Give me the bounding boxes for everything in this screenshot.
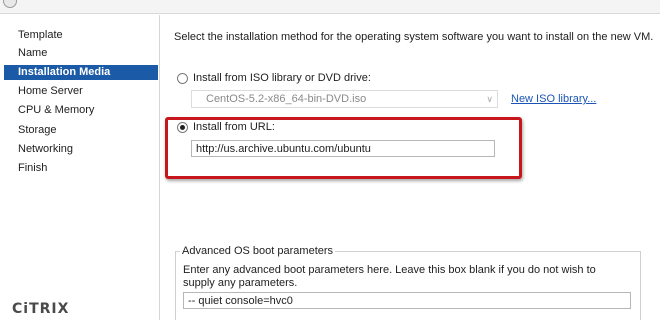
nav-item-name[interactable]: Name [4,46,158,61]
iso-select[interactable]: CentOS-5.2-x86_64-bin-DVD.iso ∨ [191,90,498,108]
wizard-sidebar: Template Name Installation Media Home Se… [0,15,160,320]
boot-params-description: Enter any advanced boot parameters here.… [183,264,596,289]
boot-params-input[interactable] [183,292,631,309]
nav-item-storage[interactable]: Storage [4,123,158,138]
iso-radio-label[interactable]: Install from ISO library or DVD drive: [193,72,371,84]
intro-text: Select the installation method for the o… [174,31,654,43]
title-bar [0,0,660,14]
new-iso-library-link[interactable]: New ISO library... [511,93,596,105]
boot-params-title: Advanced OS boot parameters [180,245,336,257]
nav-item-cpu-memory[interactable]: CPU & Memory [4,103,158,118]
chevron-down-icon[interactable]: ∨ [486,91,493,107]
highlight-annotation [165,117,522,179]
nav-item-home-server[interactable]: Home Server [4,84,158,99]
iso-radio[interactable] [177,73,188,84]
citrix-logo: CiTRIX [12,301,70,317]
iso-select-value: CentOS-5.2-x86_64-bin-DVD.iso [206,93,367,105]
app-icon [3,0,17,8]
nav-item-installation-media[interactable]: Installation Media [4,65,158,80]
nav-item-finish[interactable]: Finish [4,161,158,176]
nav-item-template[interactable]: Template [4,28,158,43]
nav-item-networking[interactable]: Networking [4,142,158,157]
